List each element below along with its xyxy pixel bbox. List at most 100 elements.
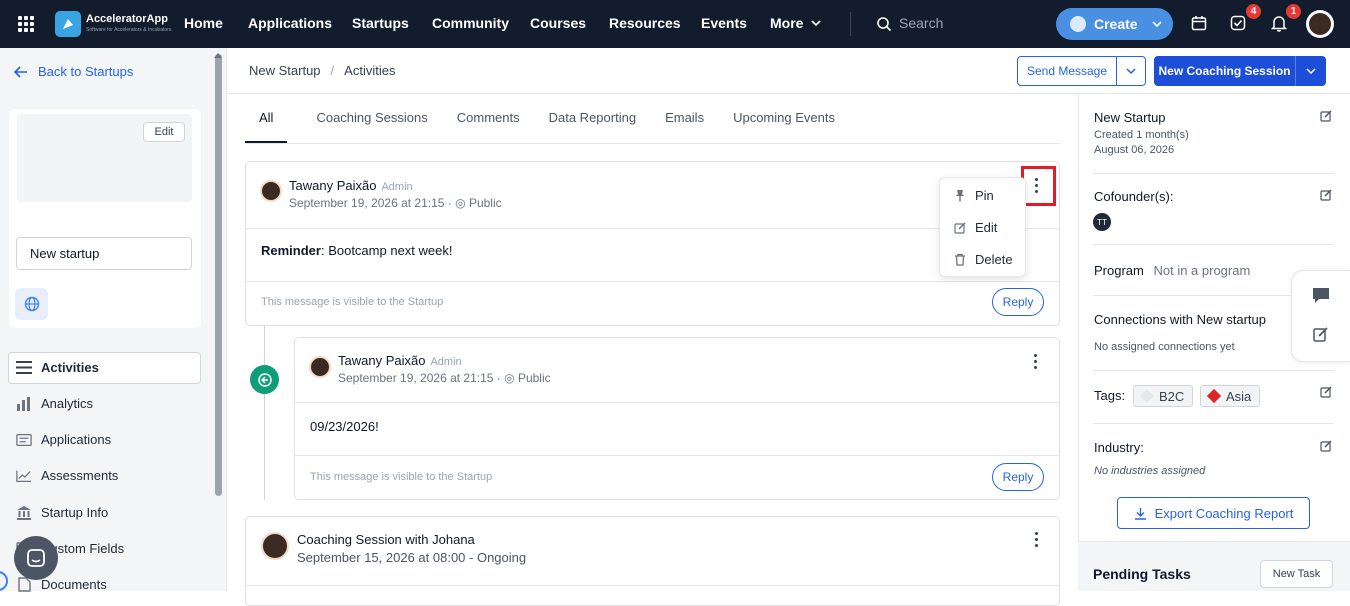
line-chart-icon xyxy=(16,469,32,483)
nav-more-label: More xyxy=(770,15,804,31)
bell-icon[interactable] xyxy=(1271,15,1287,32)
export-coaching-report-button[interactable]: Export Coaching Report xyxy=(1117,497,1310,529)
user-avatar[interactable] xyxy=(1306,10,1334,38)
avatar[interactable] xyxy=(309,356,331,378)
activity-tabs: All Coaching Sessions Comments Data Repo… xyxy=(245,110,864,144)
tab-upcoming-events[interactable]: Upcoming Events xyxy=(733,110,835,143)
menu-item-label: Edit xyxy=(975,220,998,235)
visibility-note: This message is visible to the Startup xyxy=(261,296,444,308)
role-badge: Admin xyxy=(430,356,462,368)
tab-emails[interactable]: Emails xyxy=(665,110,704,143)
reply-button[interactable]: Reply xyxy=(992,288,1044,316)
app-name[interactable]: AcceleratorApp xyxy=(86,14,168,25)
edit-icon[interactable] xyxy=(1320,386,1332,398)
tab-coaching-sessions[interactable]: Coaching Sessions xyxy=(316,110,427,143)
sidebar-item-activities[interactable]: Activities xyxy=(16,360,99,375)
tab-all[interactable]: All xyxy=(245,110,288,143)
back-to-startups-link[interactable]: Back to Startups xyxy=(14,64,133,79)
post-divider xyxy=(295,455,1059,456)
avatar[interactable] xyxy=(260,180,282,202)
new-task-button[interactable]: New Task xyxy=(1260,560,1333,588)
globe-icon xyxy=(24,296,39,312)
calendar-icon[interactable] xyxy=(1191,15,1207,31)
sidebar-item-label: Assessments xyxy=(41,468,119,483)
notifications-badge: 1 xyxy=(1286,4,1301,19)
nav-applications[interactable]: Applications xyxy=(248,15,332,31)
rocket-icon xyxy=(1070,16,1086,32)
post-author[interactable]: Tawany Paixão Admin xyxy=(289,178,413,193)
create-button[interactable]: Create xyxy=(1056,8,1173,40)
more-options-highlight xyxy=(1021,166,1056,206)
export-label: Export Coaching Report xyxy=(1154,505,1294,521)
chat-icon xyxy=(27,549,45,567)
new-session-dropdown[interactable] xyxy=(1296,68,1326,74)
tab-data-reporting[interactable]: Data Reporting xyxy=(549,110,636,143)
breadcrumb-current: Activities xyxy=(344,63,396,78)
compose-icon[interactable] xyxy=(1313,327,1328,342)
cofounder-avatar[interactable]: TT xyxy=(1093,213,1111,231)
reply-button[interactable]: Reply xyxy=(992,463,1044,491)
menu-item-delete[interactable]: Delete xyxy=(954,252,1013,267)
tag-chip[interactable]: Asia xyxy=(1200,385,1261,407)
sidebar-item-assessments[interactable]: Assessments xyxy=(16,468,118,483)
sidebar-scrollbar[interactable] xyxy=(215,54,222,496)
back-label: Back to Startups xyxy=(38,64,134,79)
panel-divider xyxy=(1093,173,1334,174)
nav-startups[interactable]: Startups xyxy=(352,15,409,31)
app-logo-icon[interactable] xyxy=(55,11,81,37)
website-button[interactable] xyxy=(15,288,48,320)
nav-divider xyxy=(850,12,851,36)
scroll-up-arrow-icon[interactable] xyxy=(214,52,222,58)
avatar[interactable] xyxy=(261,532,289,560)
nav-events[interactable]: Events xyxy=(701,15,747,31)
sidebar-item-startup-info[interactable]: Startup Info xyxy=(16,505,108,520)
startup-name-field[interactable]: New startup xyxy=(16,237,192,270)
thread-connector xyxy=(264,326,265,500)
chevron-down-icon xyxy=(1126,68,1136,74)
tasks-check-icon[interactable] xyxy=(1230,15,1246,31)
nav-more[interactable]: More xyxy=(770,15,822,31)
sidebar-item-applications[interactable]: Applications xyxy=(16,432,111,447)
nav-home[interactable]: Home xyxy=(184,15,223,31)
edit-icon[interactable] xyxy=(1320,189,1332,201)
edit-icon[interactable] xyxy=(1320,440,1332,452)
more-options-icon[interactable] xyxy=(1034,354,1038,369)
post-visibility: Public xyxy=(468,196,502,210)
comment-icon[interactable] xyxy=(1312,287,1330,304)
cofounders-label: Cofounder(s): xyxy=(1094,189,1174,204)
post-divider xyxy=(295,402,1059,403)
post-body-bold: Reminder xyxy=(261,243,321,258)
nav-courses[interactable]: Courses xyxy=(530,15,586,31)
tab-comments[interactable]: Comments xyxy=(457,110,520,143)
breadcrumb-root[interactable]: New Startup xyxy=(249,63,321,78)
edit-logo-button[interactable]: Edit xyxy=(143,122,185,142)
tag-chip[interactable]: B2C xyxy=(1133,385,1194,407)
nav-community[interactable]: Community xyxy=(432,15,509,31)
send-message-dropdown[interactable] xyxy=(1117,68,1145,74)
post-date: September 19, 2026 at 21:15 xyxy=(289,196,445,210)
menu-item-edit[interactable]: Edit xyxy=(954,220,997,235)
post-author[interactable]: Tawany Paixão Admin xyxy=(338,353,462,368)
apps-grid-icon[interactable] xyxy=(18,16,34,32)
nav-resources[interactable]: Resources xyxy=(609,15,681,31)
program-row: Program Not in a program xyxy=(1094,263,1250,278)
sidebar-item-analytics[interactable]: Analytics xyxy=(16,396,93,411)
more-options-icon[interactable] xyxy=(1035,532,1039,547)
menu-item-pin[interactable]: Pin xyxy=(954,188,994,203)
new-coaching-session-button[interactable]: New Coaching Session xyxy=(1154,56,1296,86)
session-title[interactable]: Coaching Session with Johana xyxy=(297,532,475,547)
pin-icon xyxy=(956,190,964,202)
edit-icon[interactable] xyxy=(1320,110,1332,122)
post-body: Reminder: Bootcamp next week! xyxy=(261,243,452,258)
post-body-text: : Bootcamp next week! xyxy=(320,243,453,258)
support-chat-button[interactable] xyxy=(14,536,58,580)
post-options-menu: Pin Edit Delete xyxy=(939,177,1026,277)
created-ago: Created 1 month(s) xyxy=(1094,129,1189,141)
send-message-button[interactable]: Send Message xyxy=(1018,57,1117,85)
bank-icon xyxy=(16,506,32,520)
breadcrumb: New Startup / Activities xyxy=(249,63,395,78)
search-icon[interactable] xyxy=(876,16,892,32)
search-input[interactable]: Search xyxy=(899,15,943,31)
reply-thread-icon xyxy=(250,365,279,394)
download-icon xyxy=(1134,507,1146,520)
